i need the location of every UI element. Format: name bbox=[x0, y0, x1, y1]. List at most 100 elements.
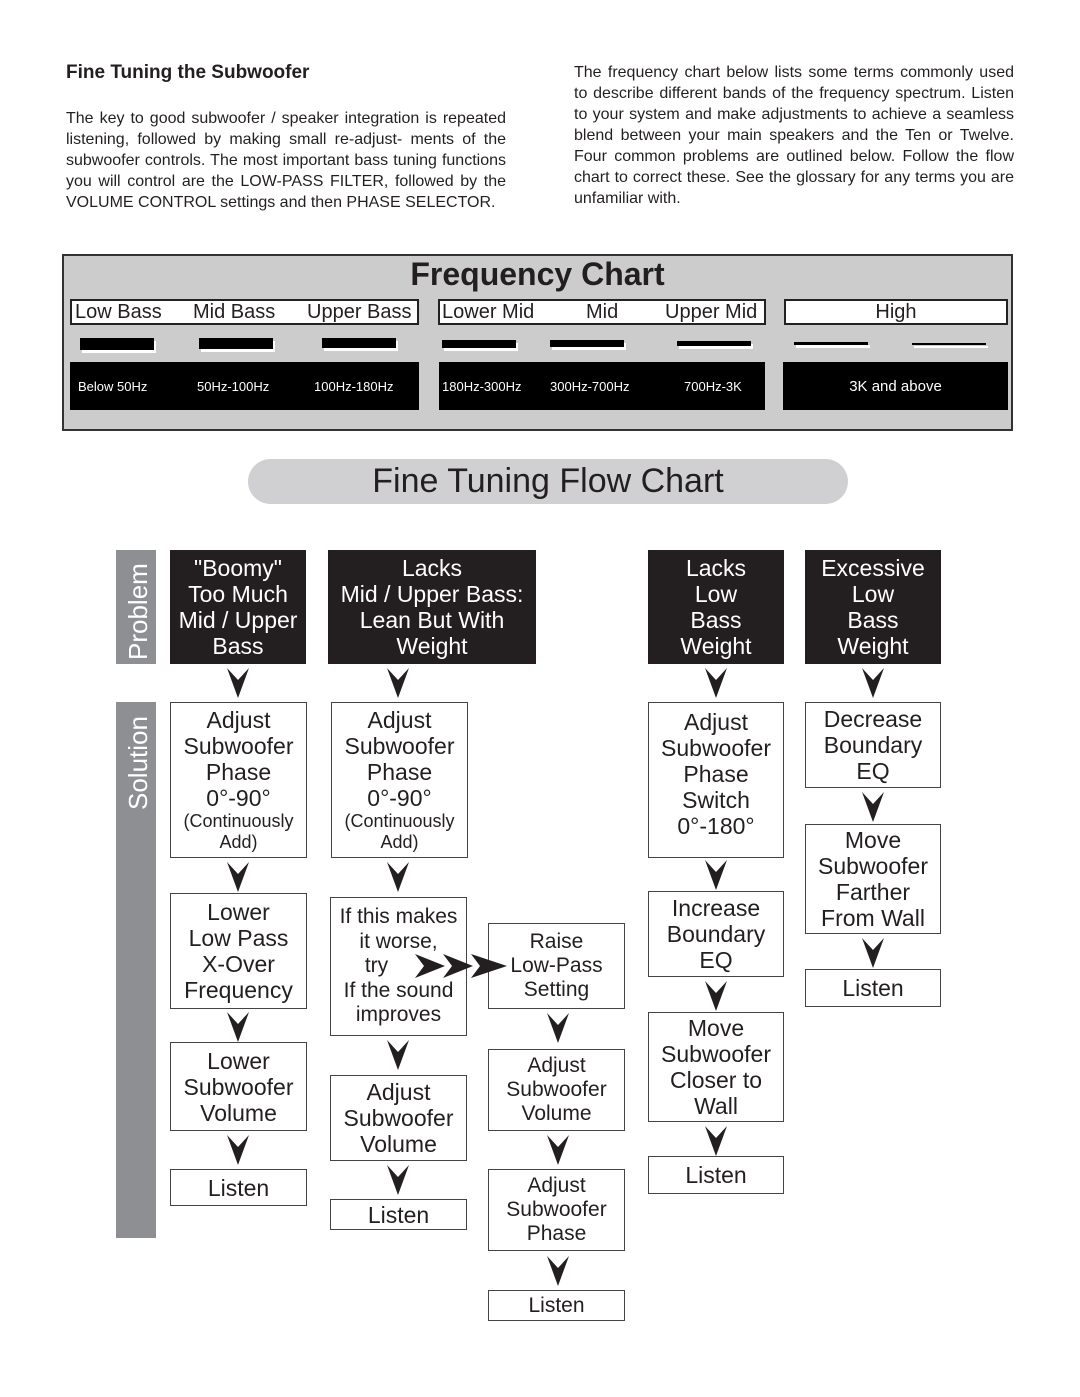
step-text: Subwoofer bbox=[344, 733, 455, 759]
step-text: 0°-180° bbox=[677, 813, 755, 839]
step-text: Listen bbox=[207, 1174, 270, 1201]
down-arrow-icon bbox=[387, 1165, 409, 1195]
branch-step: Adjust Subwoofer Phase bbox=[488, 1169, 625, 1251]
branch-step: Raise Low-Pass Setting bbox=[488, 923, 625, 1009]
solution-step: Increase Boundary EQ bbox=[648, 891, 784, 977]
flow-chart-title-text: Fine Tuning Flow Chart bbox=[372, 462, 724, 500]
step-text: 0°-90° bbox=[367, 785, 432, 811]
frequency-chart-title: Frequency Chart bbox=[410, 256, 665, 292]
intro-paragraph-left: The key to good subwoofer / speaker inte… bbox=[66, 110, 506, 211]
branch-step: Adjust Subwoofer Volume bbox=[488, 1049, 625, 1131]
step-text: Move bbox=[844, 827, 902, 853]
flow-chart-title: Fine Tuning Flow Chart bbox=[248, 459, 848, 504]
step-text: Raise bbox=[529, 930, 584, 953]
step-text: Volume bbox=[200, 1099, 277, 1126]
problem-row-label: Problem bbox=[116, 550, 156, 664]
down-arrow-icon bbox=[862, 792, 884, 822]
solution-step-listen: Listen bbox=[170, 1169, 307, 1206]
band-label: Lower Mid bbox=[442, 300, 535, 323]
step-text: Decrease bbox=[823, 706, 923, 732]
step-text: Phase bbox=[683, 761, 749, 787]
step-text: Subwoofer bbox=[506, 1198, 607, 1221]
problem-text: "Boomy" bbox=[194, 555, 282, 581]
step-note: Add) bbox=[380, 832, 419, 852]
step-text: If the sound bbox=[343, 978, 454, 1002]
down-arrow-icon bbox=[547, 1256, 569, 1286]
down-arrow-icon bbox=[862, 938, 884, 968]
step-text: Subwoofer bbox=[183, 733, 294, 759]
down-arrow-icon bbox=[705, 668, 727, 698]
step-text: Move bbox=[687, 1015, 745, 1041]
step-text: Boundary bbox=[666, 921, 766, 947]
step-text: Subwoofer bbox=[343, 1105, 454, 1131]
step-text: EQ bbox=[699, 947, 733, 973]
step-text: Adjust bbox=[527, 1054, 586, 1077]
solution-row-label: Solution bbox=[116, 702, 156, 1238]
step-text: Frequency bbox=[184, 977, 293, 1003]
problem-text: Lean But With bbox=[359, 607, 505, 633]
band-label: Low Bass bbox=[75, 300, 162, 323]
bass-range-group: Below 50Hz 50Hz-100Hz 100Hz-180Hz bbox=[70, 362, 419, 410]
step-text: Subwoofer bbox=[506, 1078, 607, 1101]
bass-band-group: Low Bass Mid Bass Upper Bass bbox=[70, 299, 419, 325]
band-range: 100Hz-180Hz bbox=[314, 378, 394, 394]
high-range-group: 3K and above bbox=[783, 362, 1008, 410]
step-text: Listen bbox=[842, 975, 904, 1001]
step-text: Subwoofer bbox=[661, 1041, 771, 1067]
band-weight-bar bbox=[912, 343, 986, 345]
problem-text: Lacks bbox=[685, 555, 747, 581]
down-arrow-icon bbox=[705, 860, 727, 890]
mid-range-group: 180Hz-300Hz 300Hz-700Hz 700Hz-3K bbox=[439, 362, 765, 410]
problem-text: Too Much bbox=[188, 581, 288, 607]
solution-step-listen: Listen bbox=[648, 1156, 784, 1194]
problem-box-boomy: "Boomy" Too Much Mid / Upper Bass bbox=[170, 550, 306, 664]
section-title: Fine Tuning the Subwoofer bbox=[66, 62, 310, 83]
step-note: (Continuously bbox=[183, 811, 294, 831]
step-text: Boundary bbox=[823, 732, 923, 758]
down-arrow-icon bbox=[387, 668, 409, 698]
problem-text: Bass bbox=[847, 607, 899, 633]
step-text: Wall bbox=[694, 1093, 738, 1119]
step-text: Farther bbox=[835, 879, 911, 905]
band-label: Upper Mid bbox=[665, 300, 758, 323]
problem-label-text: Problem bbox=[123, 563, 153, 660]
down-arrow-icon bbox=[227, 668, 249, 698]
solution-step: Decrease Boundary EQ bbox=[805, 702, 941, 788]
step-text: Adjust bbox=[366, 1079, 431, 1105]
step-text: Setting bbox=[523, 978, 590, 1001]
step-text: Subwoofer bbox=[183, 1073, 294, 1100]
band-range: 700Hz-3K bbox=[684, 378, 742, 394]
band-range: Below 50Hz bbox=[78, 378, 148, 394]
down-arrow-icon bbox=[387, 1040, 409, 1070]
step-text: it worse, bbox=[359, 929, 438, 953]
problem-text: Bass bbox=[690, 607, 742, 633]
down-arrow-icon bbox=[547, 1135, 569, 1165]
down-arrow-icon bbox=[227, 1012, 249, 1042]
down-arrow-icon bbox=[227, 1135, 249, 1165]
problem-box-lacks-low-bass: Lacks Low Bass Weight bbox=[648, 550, 784, 664]
problem-text: Lacks bbox=[401, 555, 463, 581]
step-text: Volume bbox=[521, 1102, 592, 1125]
step-text: Adjust bbox=[367, 707, 432, 733]
solution-step: Move Subwoofer Closer to Wall bbox=[648, 1012, 784, 1122]
down-arrow-icon bbox=[387, 862, 409, 892]
down-arrow-icon bbox=[862, 668, 884, 698]
step-text: Subwoofer bbox=[661, 735, 771, 761]
band-label: Mid Bass bbox=[193, 300, 276, 323]
solution-step: Adjust Subwoofer Phase 0°-90° (Continuou… bbox=[331, 702, 468, 858]
step-text: Adjust bbox=[684, 709, 748, 735]
step-text: X-Over bbox=[202, 951, 275, 977]
band-weight-bar bbox=[80, 338, 154, 350]
problem-text: Weight bbox=[837, 633, 909, 659]
step-text: Subwoofer bbox=[818, 853, 928, 879]
right-arrow-icon bbox=[415, 953, 507, 979]
step-text: Switch bbox=[682, 787, 750, 813]
band-label: Upper Bass bbox=[307, 300, 412, 323]
step-text: Low-Pass bbox=[510, 954, 603, 977]
problem-text: Low bbox=[851, 581, 895, 607]
band-range: 3K and above bbox=[849, 377, 942, 395]
problem-text: Low bbox=[694, 581, 738, 607]
step-text: Low Pass bbox=[188, 925, 289, 951]
problem-text: Weight bbox=[680, 633, 752, 659]
step-text: If this makes bbox=[339, 905, 458, 929]
